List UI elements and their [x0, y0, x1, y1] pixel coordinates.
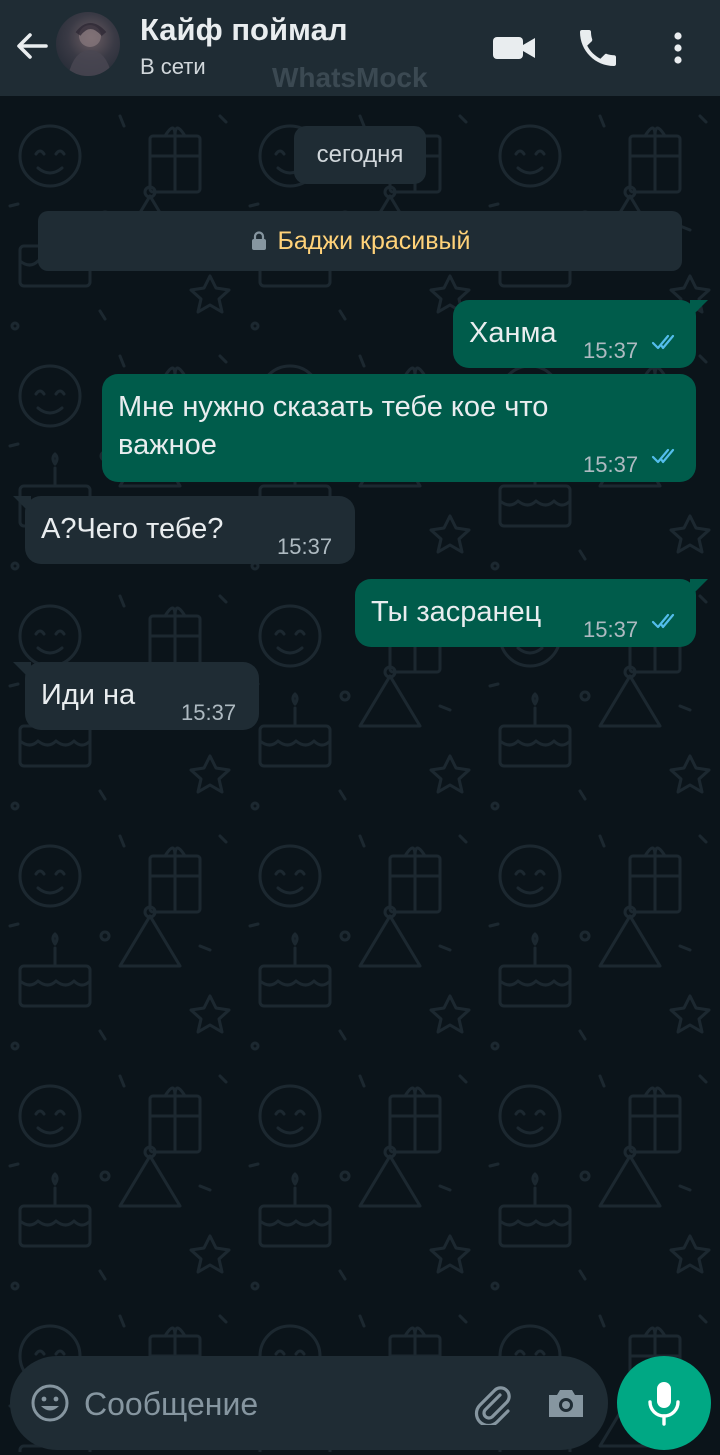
message-bubble-incoming[interactable]: А?Чего тебе? 15:37	[13, 496, 355, 564]
chat-header: Кайф поймал В сети WhatsMock	[0, 0, 720, 96]
message-time: 15:37	[583, 452, 639, 477]
contact-name[interactable]: Кайф поймал	[140, 12, 348, 48]
emoji-icon[interactable]	[30, 1383, 70, 1423]
message-bubble-incoming[interactable]: Иди на 15:37	[13, 662, 259, 730]
message-input[interactable]	[82, 1374, 466, 1434]
date-separator: сегодня	[294, 126, 426, 184]
more-vertical-icon	[674, 32, 682, 64]
voice-call-button[interactable]	[574, 24, 622, 72]
camera-icon[interactable]	[544, 1381, 588, 1425]
notice-text: Баджи красивый	[277, 226, 471, 255]
message-bubble-outgoing[interactable]: Ханма 15:37	[453, 300, 708, 368]
avatar-image	[68, 23, 112, 76]
message-text: Мне нужно сказать тебе кое что важное	[118, 388, 548, 464]
avatar[interactable]	[56, 12, 120, 76]
menu-button[interactable]	[654, 24, 702, 72]
video-call-button[interactable]	[490, 24, 538, 72]
message-bubble-outgoing[interactable]: Мне нужно сказать тебе кое что важное 15…	[102, 374, 696, 482]
encryption-notice[interactable]: Баджи красивый	[38, 211, 682, 271]
message-time: 15:37	[277, 534, 333, 559]
message-text: Иди на	[41, 679, 136, 711]
message-text: Ты засранец	[371, 596, 542, 628]
message-time: 15:37	[181, 700, 237, 725]
back-button[interactable]	[12, 26, 52, 66]
bubble-tail	[690, 579, 708, 597]
video-camera-icon	[493, 37, 535, 59]
voice-message-button[interactable]	[617, 1356, 711, 1450]
bubble-tail	[13, 662, 31, 680]
phone-icon	[580, 30, 616, 66]
message-text: А?Чего тебе?	[41, 513, 224, 545]
message-text-line: важное	[118, 429, 217, 461]
message-time: 15:37	[583, 338, 639, 363]
message-text-line: Мне нужно сказать тебе кое что	[118, 391, 549, 423]
microphone-icon	[648, 1382, 680, 1426]
watermark-text: WhatsMock	[272, 62, 428, 93]
message-text: Ханма	[469, 317, 557, 349]
contact-status: В сети	[140, 54, 206, 79]
double-check-icon	[651, 448, 675, 464]
message-time: 15:37	[583, 617, 639, 642]
bubble-tail	[690, 300, 708, 318]
message-bubble-outgoing[interactable]: Ты засранец 15:37	[355, 579, 708, 647]
double-check-icon	[651, 613, 675, 629]
bubble-tail	[13, 496, 31, 514]
arrow-left-icon	[17, 33, 48, 59]
message-composer	[10, 1356, 608, 1450]
double-check-icon	[651, 334, 675, 350]
lock-icon	[251, 231, 266, 250]
paperclip-icon[interactable]	[470, 1381, 514, 1425]
